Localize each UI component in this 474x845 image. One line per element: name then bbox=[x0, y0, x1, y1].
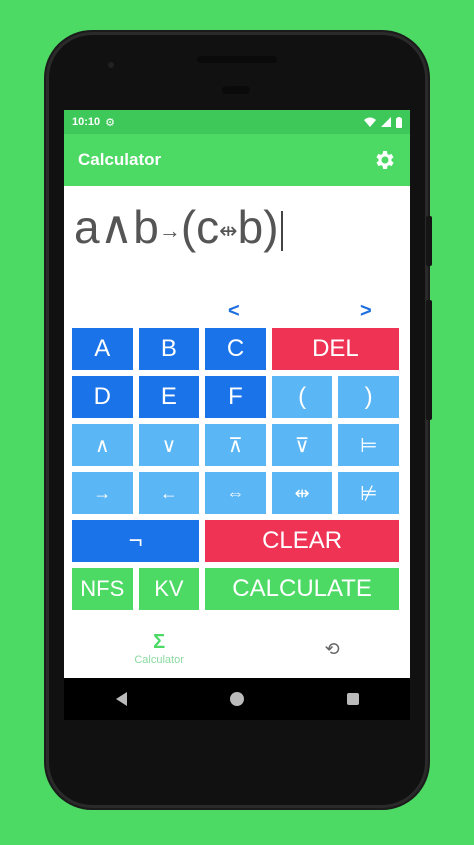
phone-camera bbox=[222, 86, 250, 94]
history-icon: ⟲ bbox=[324, 638, 340, 659]
android-nav-bar bbox=[64, 678, 410, 720]
phone-sensor bbox=[108, 62, 114, 68]
battery-icon bbox=[396, 116, 402, 128]
key-and[interactable]: ∧ bbox=[72, 424, 133, 466]
key-e[interactable]: E bbox=[138, 376, 200, 418]
key-entails[interactable]: ⊨ bbox=[338, 424, 399, 466]
volume-button bbox=[426, 300, 432, 420]
key-xor[interactable]: ⇹ bbox=[271, 472, 333, 514]
keypad: A B C DEL D E F ( ) ∧ ∨ ⊼ ⊽ ⊨ → ← ⇔ ⇹ ⊭ … bbox=[72, 328, 399, 616]
key-not[interactable]: ¬ bbox=[72, 520, 200, 562]
key-equivalence[interactable]: ⇔ bbox=[205, 472, 266, 514]
key-converse[interactable]: ← bbox=[138, 472, 200, 514]
key-b[interactable]: B bbox=[138, 328, 200, 370]
app-screen: 10:10 ⚙ Calculator a∧b→(c⇹b) < > A B C D… bbox=[64, 110, 410, 678]
tab-calculator-label: Calculator bbox=[134, 654, 184, 666]
calculate-button[interactable]: CALCULATE bbox=[205, 568, 399, 610]
cursor-left-button[interactable]: < bbox=[228, 300, 240, 323]
home-icon[interactable] bbox=[229, 692, 244, 706]
status-time: 10:10 bbox=[72, 116, 101, 128]
gear-icon[interactable] bbox=[372, 148, 396, 172]
back-icon[interactable] bbox=[115, 692, 127, 706]
sigma-icon: Σ bbox=[153, 631, 166, 653]
key-f[interactable]: F bbox=[205, 376, 266, 418]
expr-part: ⇹ bbox=[219, 217, 238, 243]
nfs-button[interactable]: NFS bbox=[72, 568, 133, 610]
key-implies[interactable]: → bbox=[72, 472, 133, 514]
key-a[interactable]: A bbox=[72, 328, 133, 370]
key-c[interactable]: C bbox=[205, 328, 266, 370]
tab-history[interactable]: ⟲ bbox=[325, 639, 340, 660]
key-nand[interactable]: ⊼ bbox=[205, 424, 266, 466]
key-not-entails[interactable]: ⊭ bbox=[338, 472, 399, 514]
expression-text: a∧b→(c⇹b) bbox=[74, 200, 283, 254]
wifi-icon bbox=[364, 117, 376, 127]
status-icons bbox=[364, 116, 402, 128]
key-nor[interactable]: ⊽ bbox=[271, 424, 333, 466]
recents-icon[interactable] bbox=[346, 693, 359, 705]
status-settings-icon: ⚙ bbox=[105, 116, 116, 129]
clear-button[interactable]: CLEAR bbox=[205, 520, 399, 562]
text-cursor bbox=[280, 210, 283, 251]
bottom-tab-bar: Σ Calculator ⟲ bbox=[64, 620, 410, 678]
expr-part: a∧b bbox=[74, 201, 159, 253]
cursor-right-button[interactable]: > bbox=[360, 300, 372, 323]
power-button bbox=[426, 216, 432, 266]
status-bar: 10:10 ⚙ bbox=[64, 110, 410, 134]
expr-part: → bbox=[158, 217, 181, 243]
expr-part: b) bbox=[237, 201, 279, 253]
key-or[interactable]: ∨ bbox=[138, 424, 200, 466]
kv-button[interactable]: KV bbox=[138, 568, 200, 610]
key-close-paren[interactable]: ) bbox=[338, 376, 399, 418]
expression-display[interactable]: a∧b→(c⇹b) bbox=[64, 186, 410, 286]
key-open-paren[interactable]: ( bbox=[271, 376, 333, 418]
phone-speaker bbox=[197, 56, 277, 63]
expr-part: (c bbox=[180, 201, 220, 253]
delete-button[interactable]: DEL bbox=[271, 328, 399, 370]
app-bar: Calculator bbox=[64, 134, 410, 186]
app-title: Calculator bbox=[78, 150, 162, 169]
signal-icon bbox=[381, 117, 391, 127]
key-d[interactable]: D bbox=[72, 376, 133, 418]
tab-calculator[interactable]: Σ Calculator bbox=[134, 632, 184, 666]
